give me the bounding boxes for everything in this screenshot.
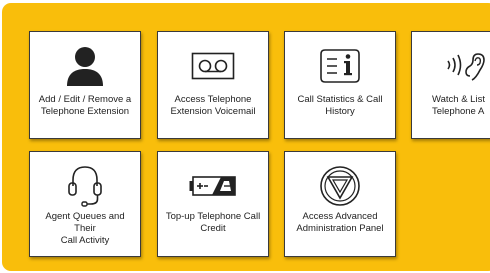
tile-label-line2: Telephone A (432, 106, 485, 117)
tile-label: Add / Edit / Remove a Telephone Extensio… (34, 94, 136, 118)
tile-label-line2: Administration Panel (296, 223, 384, 234)
tile-label-line2: Credit (200, 223, 226, 234)
voicemail-icon (158, 44, 268, 88)
tile-label: Call Statistics & Call History (289, 94, 391, 118)
listen-ear-icon (412, 44, 490, 88)
tile-voicemail[interactable]: Access Telephone Extension Voicemail (157, 31, 269, 139)
tile-label: Top-up Telephone Call Credit (162, 211, 264, 235)
tile-manage-extension[interactable]: Add / Edit / Remove a Telephone Extensio… (29, 31, 141, 139)
tile-label-line2: Extension Voicemail (170, 106, 256, 117)
tile-label-line1: Access Telephone (174, 94, 252, 105)
tile-label-line1: Add / Edit / Remove a (38, 94, 132, 105)
tile-label: Access Advanced Administration Panel (289, 211, 391, 235)
tile-admin-panel[interactable]: Access Advanced Administration Panel (284, 151, 396, 257)
tile-watch-listen[interactable]: Watch & List Telephone A (411, 31, 490, 139)
tile-call-statistics[interactable]: Call Statistics & Call History (284, 31, 396, 139)
tile-label-line1: Watch & List (432, 94, 485, 105)
battery-charge-icon (158, 164, 268, 208)
menu-panel: Add / Edit / Remove a Telephone Extensio… (2, 3, 490, 271)
user-icon (30, 44, 140, 88)
tile-label: Watch & List Telephone A (432, 94, 490, 118)
tile-agent-queues[interactable]: Agent Queues and Their Call Activity (29, 151, 141, 257)
tile-label-line1: Agent Queues and Their (45, 211, 125, 234)
tile-label-line2: Telephone Extension (40, 106, 130, 117)
tile-topup-credit[interactable]: Top-up Telephone Call Credit (157, 151, 269, 257)
tile-label: Agent Queues and Their Call Activity (34, 211, 136, 247)
info-document-icon (285, 44, 395, 88)
tile-label-line2: Call Activity (60, 235, 110, 246)
headset-icon (30, 164, 140, 208)
tile-label-line1: Top-up Telephone Call (165, 211, 261, 222)
admin-triangle-icon (285, 164, 395, 208)
tile-label-line1: Access Advanced (302, 211, 378, 222)
tile-label-line1: Call Statistics & Call (297, 94, 383, 105)
tile-label-line2: History (325, 106, 355, 117)
tile-label: Access Telephone Extension Voicemail (162, 94, 264, 118)
